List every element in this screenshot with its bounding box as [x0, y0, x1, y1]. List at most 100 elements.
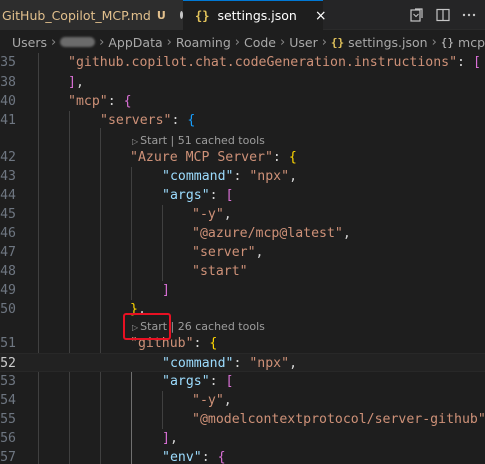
line-number: 56 [0, 431, 16, 446]
code-line[interactable]: 50}, [0, 300, 485, 319]
codelens-start-button[interactable]: Start [140, 134, 167, 147]
code-token: "env" [162, 450, 202, 464]
code-line[interactable]: 57 "env": { [0, 448, 485, 464]
code-token: : [272, 150, 289, 165]
breadcrumb-item-mcp[interactable]: mcp [458, 35, 485, 50]
breadcrumb-item-appdata[interactable]: AppData [108, 35, 162, 50]
code-line[interactable]: 45 "-y", [0, 205, 485, 224]
code-token: "-y" [192, 207, 224, 222]
line-number: 40 [0, 94, 16, 109]
code-token: "github.copilot.chat.codeGeneration.inst… [68, 55, 458, 70]
code-line[interactable]: 41 "servers": { [0, 111, 485, 130]
line-code: "Azure MCP Server": { [130, 148, 297, 167]
code-line[interactable]: 49] [0, 281, 485, 300]
line-number: 47 [0, 245, 16, 260]
code-token: : [171, 113, 188, 128]
line-number: 43 [0, 169, 16, 184]
code-token: ] [68, 75, 76, 90]
code-line[interactable]: 46 "@azure/mcp@latest", [0, 224, 485, 243]
code-line[interactable]: 38], [0, 73, 485, 92]
line-number: 41 [0, 113, 16, 128]
code-token: "args" [162, 188, 210, 203]
code-token: "mcp" [68, 94, 108, 109]
codelens-cached-tools[interactable]: 26 cached tools [178, 320, 265, 333]
code-token: : [457, 55, 473, 70]
code-token: : [209, 188, 226, 203]
tab-label: GitHub_Copilot_MCP.md [2, 7, 151, 23]
breadcrumb-item-roaming[interactable]: Roaming [176, 35, 231, 50]
code-line[interactable]: 53 "args": [ [0, 372, 485, 391]
code-token: , [342, 226, 351, 241]
json-braces-icon: {} [195, 8, 210, 23]
code-token: [ [225, 374, 234, 389]
more-actions-icon[interactable] [461, 7, 477, 23]
open-changes-icon[interactable] [409, 7, 425, 23]
breadcrumb-item-users[interactable]: Users [12, 35, 47, 50]
code-token: : [201, 450, 218, 464]
code-line[interactable]: 44 "args": [ [0, 186, 485, 205]
code-token: "Azure MCP Server" [130, 150, 273, 165]
line-code: "-y", [192, 391, 232, 410]
codelens-server-azure: ▷ Start | 51 cached tools [132, 133, 265, 149]
tab-github-copilot-mcp-md[interactable]: GitHub_Copilot_MCP.md U [0, 0, 183, 30]
code-token: : [233, 169, 250, 184]
chevron-right-icon: › [234, 34, 240, 50]
line-code: ] [162, 281, 170, 300]
tab-label: settings.json [217, 8, 297, 23]
code-token: "-y" [192, 393, 224, 408]
line-number: 48 [0, 264, 16, 279]
code-token: ] [162, 431, 170, 446]
code-line[interactable]: 43 "command": "npx", [0, 167, 485, 186]
code-token: { [187, 113, 196, 128]
code-token: : [107, 94, 124, 109]
line-number: 52 [0, 356, 16, 371]
code-line[interactable]: 56], [0, 429, 485, 448]
code-line[interactable]: 40 "mcp": { [0, 92, 485, 111]
breadcrumb-item-code[interactable]: Code [244, 35, 276, 50]
code-token: "start" [192, 264, 248, 279]
code-line[interactable]: 42 "Azure MCP Server": { [0, 148, 485, 167]
line-code: ], [162, 429, 178, 448]
code-token: : [233, 356, 250, 371]
code-line[interactable]: 48 "start" [0, 262, 485, 281]
code-line[interactable]: 47 "server", [0, 243, 485, 262]
codelens-separator: | [170, 134, 175, 147]
code-token: { [288, 150, 297, 165]
breadcrumb-item-settings-json[interactable]: settings.json [348, 35, 427, 50]
code-line[interactable]: 35 "github.copilot.chat.codeGeneration.in… [0, 53, 485, 72]
code-token: { [209, 336, 218, 351]
line-number: 49 [0, 283, 16, 298]
code-editor[interactable]: 35 "github.copilot.chat.codeGeneration.in… [0, 53, 485, 464]
line-code: "-y", [192, 205, 232, 224]
line-code: "args": [ [162, 186, 233, 205]
line-number: 44 [0, 188, 16, 203]
line-code: "server", [192, 243, 263, 262]
code-token: [ [225, 188, 234, 203]
code-line[interactable]: 52 "command": "npx", [0, 353, 485, 372]
code-token: , [289, 169, 298, 184]
start-highlight-box [123, 313, 171, 340]
close-icon[interactable]: × [315, 8, 327, 24]
breadcrumb: Users › › AppData › Roaming › Code › Use… [0, 31, 485, 53]
split-editor-icon[interactable] [435, 7, 451, 23]
code-line[interactable]: 54 "-y", [0, 391, 485, 410]
tab-settings-json[interactable]: {} settings.json × [183, 0, 327, 30]
codelens-cached-tools[interactable]: 51 cached tools [178, 134, 265, 147]
chevron-right-icon: › [280, 34, 286, 50]
line-number: 55 [0, 412, 16, 427]
line-code: "command": "npx", [162, 167, 297, 186]
json-braces-icon: {} [330, 35, 345, 49]
code-token: , [255, 245, 264, 260]
line-code: "command": "npx", [162, 354, 297, 373]
chevron-right-icon: › [321, 34, 327, 50]
code-token: "server" [192, 245, 256, 260]
line-code: "env": { [162, 448, 226, 464]
line-number: 53 [0, 374, 16, 389]
untracked-badge: U [156, 8, 166, 22]
code-token: , [289, 356, 298, 371]
breadcrumb-item-user[interactable]: User [289, 35, 318, 50]
code-line[interactable]: 55 "@modelcontextprotocol/server-github" [0, 410, 485, 429]
code-token: "npx" [249, 356, 290, 371]
code-line[interactable]: 51 "github": { [0, 334, 485, 353]
code-token: ] [162, 283, 170, 298]
